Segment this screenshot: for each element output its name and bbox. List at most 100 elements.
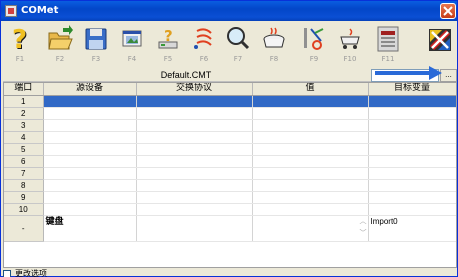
cell-source[interactable] <box>43 191 137 204</box>
cell-target[interactable] <box>368 179 456 192</box>
row-index: 9 <box>4 191 44 204</box>
column-header-port[interactable]: 端口 <box>4 83 44 96</box>
table-row[interactable]: 4 <box>4 131 456 144</box>
scroll-down-icon[interactable]: ﹀ <box>359 228 368 240</box>
cell-target[interactable] <box>368 191 456 204</box>
key-label: F3 <box>91 55 101 63</box>
cell-source[interactable] <box>43 143 137 156</box>
cell-value[interactable] <box>252 167 369 180</box>
cell-target[interactable] <box>368 167 456 180</box>
help-button[interactable]: ? ? F1 <box>5 23 35 65</box>
cell-source[interactable] <box>43 119 137 132</box>
magnifier-icon <box>227 27 250 50</box>
column-header-value[interactable]: 值 <box>252 83 369 96</box>
cell-value[interactable] <box>252 107 369 120</box>
cell-source[interactable] <box>43 107 137 120</box>
f10-button[interactable]: F10 <box>335 23 365 65</box>
cell-value[interactable] <box>252 131 369 144</box>
f6-button[interactable]: F6 <box>189 23 219 65</box>
cell-source[interactable] <box>43 179 137 192</box>
open-button[interactable]: F2 <box>45 23 75 65</box>
title-bar[interactable]: COMet <box>1 1 457 21</box>
cell-value[interactable] <box>252 119 369 132</box>
disabled-panel-icon <box>377 26 399 52</box>
row-index: 1 <box>4 95 44 108</box>
save-button[interactable]: F3 <box>81 23 111 65</box>
cell-protocol[interactable] <box>136 155 253 168</box>
close-icon <box>443 6 453 16</box>
table-row[interactable]: 10 <box>4 203 456 216</box>
cell-protocol[interactable] <box>136 215 253 242</box>
app-window: COMet ? ? F1 F2 F3 F4 ? F5 F6 F7 F8 F9 F… <box>0 0 458 277</box>
cell-protocol[interactable] <box>136 143 253 156</box>
svg-text:?: ? <box>12 25 27 53</box>
value-scroller[interactable]: ︿ ﹀ <box>359 216 368 240</box>
help-question-icon: ? ? <box>12 25 28 53</box>
cell-protocol[interactable] <box>136 167 253 180</box>
cell-protocol[interactable] <box>136 107 253 120</box>
cell-protocol[interactable] <box>136 131 253 144</box>
cell-value[interactable] <box>252 143 369 156</box>
image-window-icon <box>122 30 142 47</box>
cell-source[interactable] <box>43 131 137 144</box>
cell-value[interactable]: ︿ ﹀ <box>252 215 369 242</box>
key-label: F9 <box>309 55 319 63</box>
cell-target[interactable] <box>368 119 456 132</box>
column-header-source[interactable]: 源设备 <box>43 83 137 96</box>
device-help-icon: ? <box>158 27 178 49</box>
f4-button[interactable]: F4 <box>117 23 147 65</box>
row-index: 10 <box>4 203 44 216</box>
keyboard-row[interactable]: - 键盘 ︿ ﹀ Import0 <box>4 215 456 242</box>
cell-source[interactable] <box>43 167 137 180</box>
cell-target[interactable] <box>368 143 456 156</box>
change-options-checkbox[interactable] <box>3 270 11 277</box>
key-label: F2 <box>55 55 65 63</box>
cell-source[interactable] <box>43 95 137 108</box>
exit-app-icon <box>429 29 451 51</box>
close-button[interactable] <box>440 3 456 19</box>
cell-protocol[interactable] <box>136 95 253 108</box>
table-row[interactable]: 2 <box>4 107 456 120</box>
table-row[interactable]: 5 <box>4 143 456 156</box>
cell-target[interactable] <box>368 107 456 120</box>
cell-value[interactable] <box>252 191 369 204</box>
f9-button[interactable]: F9 <box>299 23 329 65</box>
cell-target[interactable] <box>368 131 456 144</box>
table-row[interactable]: 1 <box>4 95 456 108</box>
cell-value[interactable] <box>252 155 369 168</box>
cart-icon <box>340 28 360 49</box>
exit-button[interactable] <box>423 23 453 65</box>
cell-protocol[interactable] <box>136 179 253 192</box>
row-index: 4 <box>4 131 44 144</box>
table-row[interactable]: 9 <box>4 191 456 204</box>
table-row[interactable]: 8 <box>4 179 456 192</box>
cell-target[interactable] <box>368 203 456 216</box>
cell-value[interactable] <box>252 95 369 108</box>
cell-value[interactable] <box>252 203 369 216</box>
save-floppy-icon <box>85 28 107 50</box>
key-label: F10 <box>343 55 357 63</box>
table-row[interactable]: 6 <box>4 155 456 168</box>
row-index: 2 <box>4 107 44 120</box>
cell-target[interactable] <box>368 155 456 168</box>
cell-source[interactable] <box>43 203 137 216</box>
cell-source[interactable]: 键盘 <box>43 215 137 242</box>
column-header-target[interactable]: 目标变量 <box>368 83 456 96</box>
cell-value[interactable] <box>252 179 369 192</box>
cell-protocol[interactable] <box>136 203 253 216</box>
row-index: 5 <box>4 143 44 156</box>
scroll-up-icon[interactable]: ︿ <box>359 216 368 228</box>
table-row[interactable]: 3 <box>4 119 456 132</box>
cell-target[interactable] <box>368 95 456 108</box>
column-header-protocol[interactable]: 交换协议 <box>136 83 253 96</box>
f11-button[interactable]: F11 <box>373 23 403 65</box>
cell-protocol[interactable] <box>136 191 253 204</box>
cell-protocol[interactable] <box>136 119 253 132</box>
cell-source[interactable] <box>43 155 137 168</box>
f5-button[interactable]: ? F5 <box>153 23 183 65</box>
table-row[interactable]: 7 <box>4 167 456 180</box>
toolbar: ? ? F1 F2 F3 F4 ? F5 F6 F7 F8 F9 F10 F11 <box>1 21 457 67</box>
cell-target[interactable]: Import0 <box>368 215 456 242</box>
f8-button[interactable]: F8 <box>259 23 289 65</box>
f7-button[interactable]: F7 <box>223 23 253 65</box>
